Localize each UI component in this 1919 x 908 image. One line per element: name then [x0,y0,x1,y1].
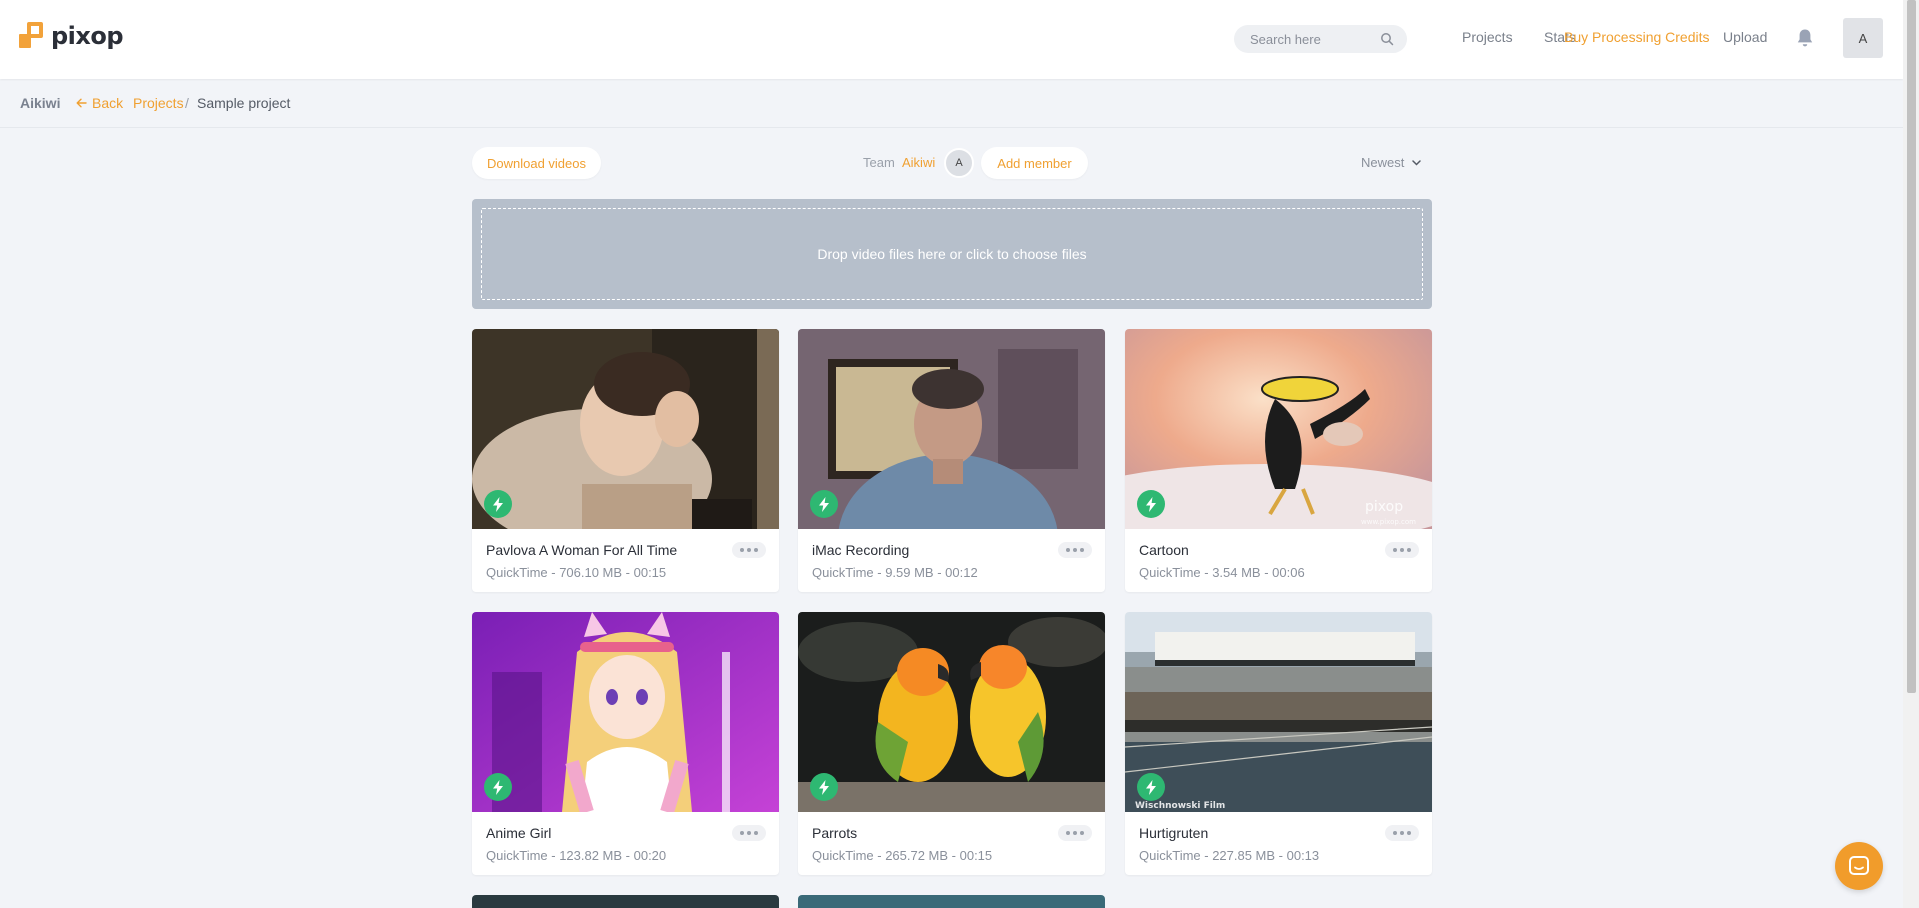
video-meta: QuickTime - 9.59 MB - 00:12 [812,565,978,580]
chat-launcher-button[interactable] [1835,842,1883,890]
video-card[interactable]: iMac Recording QuickTime - 9.59 MB - 00:… [798,329,1105,592]
upload-dropzone[interactable]: Drop video files here or click to choose… [472,199,1432,309]
video-card[interactable]: Pavlova A Woman For All Time QuickTime -… [472,329,779,592]
chevron-down-icon [1412,159,1422,166]
video-title[interactable]: Hurtigruten [1139,825,1208,841]
pixop-logo[interactable]: pixop [19,22,124,50]
thumbnail-credit: Wischnowski Film [1135,801,1225,811]
bolt-icon [1137,490,1165,518]
team-label: Team [863,155,895,170]
bell-icon[interactable] [1796,28,1814,48]
more-options-button[interactable] [732,825,766,841]
nav-upload[interactable]: Upload [1723,29,1767,45]
video-title[interactable]: Anime Girl [486,825,551,841]
more-options-button[interactable] [1385,542,1419,558]
search-input[interactable] [1250,31,1380,47]
dropzone-inner: Drop video files here or click to choose… [481,208,1423,300]
video-title[interactable]: iMac Recording [812,542,909,558]
nav-buy-credits[interactable]: Buy Processing Credits [1564,29,1710,45]
video-card-partial[interactable] [472,895,779,908]
arrow-left-icon [76,98,87,108]
video-title[interactable]: Pavlova A Woman For All Time [486,542,677,558]
dropzone-text: Drop video files here or click to choose… [817,246,1087,262]
more-options-button[interactable] [1058,542,1092,558]
more-options-button[interactable] [1385,825,1419,841]
team-name[interactable]: Aikiwi [20,95,60,111]
watermark-url: www.pixop.com [1361,518,1416,526]
video-thumbnail[interactable]: pixop www.pixop.com [1125,329,1432,529]
video-card[interactable]: Anime Girl QuickTime - 123.82 MB - 00:20 [472,612,779,875]
video-meta: QuickTime - 227.85 MB - 00:13 [1139,848,1320,863]
chat-icon [1849,856,1869,875]
bolt-icon [484,773,512,801]
sort-dropdown[interactable]: Newest [1361,155,1422,170]
bolt-icon [1137,773,1165,801]
more-options-button[interactable] [1058,825,1092,841]
team-member-avatar[interactable]: A [944,148,974,178]
team-link[interactable]: Aikiwi [902,155,935,170]
bolt-icon [484,490,512,518]
video-card[interactable]: Parrots QuickTime - 265.72 MB - 00:15 [798,612,1105,875]
back-label: Back [92,95,124,111]
watermark-logo: pixop [1365,499,1403,515]
pixop-logo-icon [19,22,45,50]
top-navbar: pixop Projects Stats Buy Processing Cred… [0,0,1903,79]
add-member-button[interactable]: Add member [981,147,1088,179]
video-meta: QuickTime - 123.82 MB - 00:20 [486,848,667,863]
breadcrumb-current: Sample project [197,95,291,111]
logo-text: pixop [51,22,124,50]
video-meta: QuickTime - 706.10 MB - 00:15 [486,565,667,580]
video-card[interactable]: Wischnowski Film Hurtigruten QuickTime -… [1125,612,1432,875]
video-thumbnail[interactable] [472,612,779,812]
more-options-button[interactable] [732,542,766,558]
video-title[interactable]: Parrots [812,825,857,841]
scrollbar-thumb[interactable] [1907,0,1916,693]
video-thumbnail[interactable] [472,329,779,529]
video-thumbnail[interactable]: Wischnowski Film [1125,612,1432,812]
video-thumbnail[interactable] [798,612,1105,812]
breadcrumb-projects-link[interactable]: Projects [133,95,184,111]
download-videos-button[interactable]: Download videos [472,147,601,179]
breadcrumb: Aikiwi Back Projects / Sample project [0,79,1903,128]
breadcrumb-separator: / [185,95,189,111]
search-icon[interactable] [1380,32,1394,46]
video-meta: QuickTime - 3.54 MB - 00:06 [1139,565,1305,580]
video-meta: QuickTime - 265.72 MB - 00:15 [812,848,993,863]
bolt-icon [810,773,838,801]
video-card[interactable]: pixop www.pixop.com Cartoon QuickTime - … [1125,329,1432,592]
video-title[interactable]: Cartoon [1139,542,1189,558]
bolt-icon [810,490,838,518]
video-card-partial[interactable] [798,895,1105,908]
user-avatar-button[interactable]: A [1843,18,1883,58]
back-link[interactable]: Back [76,95,123,111]
video-thumbnail[interactable] [798,329,1105,529]
search-box[interactable] [1234,25,1407,53]
nav-projects[interactable]: Projects [1462,29,1513,45]
sort-label: Newest [1361,155,1405,170]
page-scrollbar[interactable] [1903,0,1919,908]
